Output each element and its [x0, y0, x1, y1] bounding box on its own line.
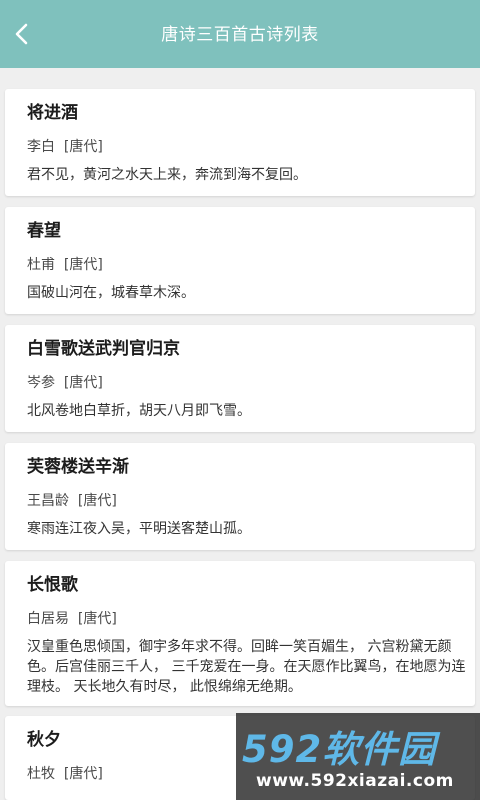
poem-title: 芙蓉楼送辛渐: [27, 457, 129, 477]
poem-excerpt: 君不见，黄河之水天上来，奔流到海不复回。: [27, 167, 307, 183]
poem-author: 王昌龄 [唐代]: [27, 493, 117, 509]
poem-author: 岑参 [唐代]: [27, 375, 103, 391]
poem-title: 白雪歌送武判官归京: [27, 339, 180, 359]
watermark-url: www.592xiazai.com: [256, 771, 454, 791]
poem-title: 将进酒: [27, 103, 78, 123]
poem-author: 李白 [唐代]: [27, 139, 103, 155]
poem-title: 长恨歌: [27, 575, 78, 595]
poem-excerpt: 北风卷地白草折，胡天八月即飞雪。: [27, 403, 251, 419]
poem-card[interactable]: 将进酒 李白 [唐代] 君不见，黄河之水天上来，奔流到海不复回。: [5, 89, 475, 196]
poem-author: 杜甫 [唐代]: [27, 257, 103, 273]
watermark-logo: 592软件园 www.592xiazai.com: [236, 713, 480, 800]
poem-card[interactable]: 白雪歌送武判官归京 岑参 [唐代] 北风卷地白草折，胡天八月即飞雪。: [5, 325, 475, 432]
page-title: 唐诗三百首古诗列表: [161, 25, 319, 45]
poem-excerpt: 汉皇重色思倾国，御宇多年求不得。回眸一笑百媚生， 六宫粉黛无颜色。后宫佳丽三千人…: [27, 639, 466, 695]
poem-card[interactable]: 长恨歌 白居易 [唐代] 汉皇重色思倾国，御宇多年求不得。回眸一笑百媚生， 六宫…: [5, 561, 475, 706]
poem-excerpt: 国破山河在，城春草木深。: [27, 285, 195, 301]
poem-excerpt: 寒雨连江夜入吴，平明送客楚山孤。: [27, 521, 251, 537]
watermark-brand: 592软件园: [242, 728, 437, 771]
poem-card[interactable]: 芙蓉楼送辛渐 王昌龄 [唐代] 寒雨连江夜入吴，平明送客楚山孤。: [5, 443, 475, 550]
poem-author: 白居易 [唐代]: [27, 611, 117, 627]
poem-title: 春望: [27, 221, 61, 241]
top-app-bar: 唐诗三百首古诗列表: [0, 0, 480, 68]
poem-card[interactable]: 春望 杜甫 [唐代] 国破山河在，城春草木深。: [5, 207, 475, 314]
